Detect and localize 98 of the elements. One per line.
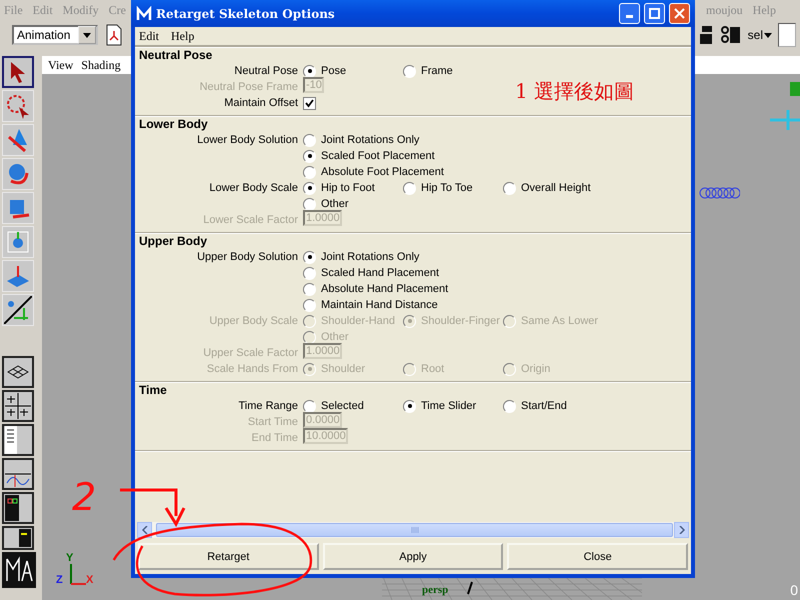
scrollbar[interactable]: [137, 522, 689, 538]
hypershade-layout-icon[interactable]: [2, 492, 34, 524]
radio-button[interactable]: [303, 298, 316, 312]
outliner-layout-icon[interactable]: [2, 424, 34, 456]
checkbox-label: Maintain Offset: [223, 96, 299, 111]
panel-menu-item[interactable]: View: [48, 58, 74, 72]
option-label: Upper Body Solution: [196, 250, 299, 265]
radio-button[interactable]: [303, 198, 316, 210]
soft-modify-icon[interactable]: [2, 260, 34, 292]
option-label: Lower Body Solution: [196, 133, 299, 148]
scroll-left-button[interactable]: [137, 522, 152, 538]
move-tool-icon[interactable]: [2, 124, 34, 156]
radio-button[interactable]: [303, 150, 316, 162]
dialog-button[interactable]: Close: [507, 543, 688, 570]
axis-label: Y: [66, 552, 74, 564]
annotation-text: 2: [72, 478, 96, 516]
minimize-button[interactable]: [619, 3, 640, 24]
option-label: Upper Body Scale: [208, 314, 299, 329]
scroll-right-button[interactable]: [674, 522, 689, 538]
menu-item[interactable]: Edit: [139, 28, 159, 44]
radio-button[interactable]: [403, 64, 416, 78]
radio-option[interactable]: Overall Height: [503, 182, 603, 194]
menu-set-dropdown[interactable]: Animation: [12, 25, 98, 45]
dialog-button[interactable]: Apply: [322, 543, 504, 570]
radio-button[interactable]: [303, 250, 316, 264]
option-label: Lower Body Scale: [208, 181, 299, 196]
camera-label: persp: [422, 584, 448, 596]
radio-button[interactable]: [403, 182, 416, 194]
close-icon: [674, 8, 685, 19]
four-view-layout-icon[interactable]: [2, 390, 34, 422]
annotation-arrow: [118, 486, 188, 528]
radio-button[interactable]: [303, 134, 316, 146]
logo: [2, 552, 36, 588]
scale-tool-icon[interactable]: [2, 192, 34, 224]
trax-layout-icon[interactable]: [2, 526, 34, 550]
annotation-text: 1 選擇後如圖: [515, 78, 634, 105]
scroll-thumb[interactable]: [156, 523, 673, 537]
radio-button[interactable]: [303, 282, 316, 296]
radio-option[interactable]: Frame: [403, 64, 503, 78]
option-label: Scale Hands From: [206, 362, 299, 377]
radio-button[interactable]: [403, 400, 416, 412]
field-label: Lower Scale Factor: [202, 213, 299, 228]
chevron-left-icon: [142, 526, 148, 534]
section-title: Neutral Pose: [138, 48, 214, 63]
frame-number: 0: [790, 582, 798, 598]
rotate-tool-icon[interactable]: [2, 158, 34, 190]
radio-option[interactable]: Hip To Toe: [403, 182, 503, 194]
option-label: Neutral Pose: [233, 64, 299, 79]
panel-menu-item[interactable]: Shading: [81, 58, 121, 72]
radio-button[interactable]: [303, 182, 316, 194]
axis-label: X: [86, 574, 94, 586]
axis-label: Z: [56, 574, 64, 586]
radio-button[interactable]: [303, 166, 316, 178]
dialog-button[interactable]: Retarget: [138, 543, 319, 570]
caret-icon: [83, 32, 91, 38]
radio-button[interactable]: [303, 266, 316, 280]
radio-option[interactable]: Absolute Foot Placement: [303, 166, 444, 178]
radio-button[interactable]: [303, 400, 316, 412]
radio-button[interactable]: [503, 182, 516, 194]
document-icon[interactable]: [104, 24, 124, 46]
maximize-button[interactable]: [644, 3, 665, 24]
radio-option[interactable]: Start/End: [503, 400, 603, 412]
chevron-right-icon: [678, 526, 684, 534]
maximize-icon: [649, 8, 660, 19]
radio-button[interactable]: [303, 64, 316, 78]
field-label: End Time: [250, 431, 299, 446]
manipulator-icon[interactable]: [2, 226, 34, 258]
lasso-icon[interactable]: [2, 90, 34, 122]
input-field[interactable]: [778, 23, 796, 47]
section-title: Upper Body: [138, 234, 208, 249]
selection-mode-dropdown[interactable]: sel: [748, 28, 772, 42]
character-rig-drawing: [770, 80, 800, 130]
render-icon[interactable]: [698, 24, 714, 46]
checkbox[interactable]: [303, 97, 316, 110]
app-icon: [136, 6, 152, 22]
section-title: Lower Body: [138, 117, 209, 132]
option-label: Time Range: [237, 399, 299, 414]
radio-option[interactable]: Scaled Hand Placement: [303, 266, 440, 280]
radio-option[interactable]: Joint Rotations Only: [303, 250, 420, 264]
radio-option[interactable]: Maintain Hand Distance: [303, 298, 438, 312]
window-title: Retarget Skeleton Options: [156, 6, 336, 20]
field-label: Neutral Pose Frame: [198, 80, 299, 95]
radio-option[interactable]: Joint Rotations Only: [303, 134, 420, 146]
field-label: Start Time: [246, 415, 299, 430]
graph-layout-icon[interactable]: [2, 458, 34, 490]
caret-icon: [764, 32, 772, 38]
radio-button[interactable]: [503, 400, 516, 412]
menu-item[interactable]: Help: [171, 28, 194, 44]
film-camera-icon[interactable]: [720, 24, 742, 46]
radio-option[interactable]: Scaled Foot Placement: [303, 150, 435, 162]
show-manipulator-icon[interactable]: [2, 294, 34, 326]
field-label: Upper Scale Factor: [202, 346, 299, 361]
radio-option[interactable]: Hip to Foot: [303, 182, 403, 194]
single-view-layout-icon[interactable]: [2, 356, 34, 388]
radio-option[interactable]: Absolute Hand Placement: [303, 282, 448, 296]
section-title: Time: [138, 383, 168, 398]
radio-option[interactable]: Time Slider: [403, 400, 503, 412]
close-button[interactable]: [669, 3, 690, 24]
